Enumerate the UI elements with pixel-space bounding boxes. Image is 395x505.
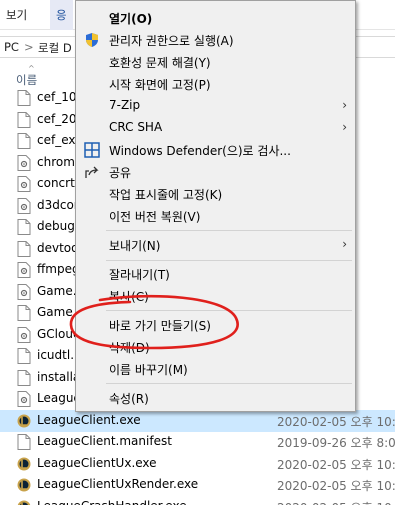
file-row[interactable]: LeagueClient.manifest 2019-09-26 오후 8:06 <box>0 431 395 453</box>
doc-icon <box>17 305 31 321</box>
address-pc[interactable]: PC <box>4 40 19 54</box>
file-name: LeagueCrashHandler.exe <box>37 499 187 505</box>
menu-item-send-to[interactable]: 보내기(N) › <box>76 234 355 256</box>
file-name: LeagueClient.exe <box>37 412 141 427</box>
menu-item-restore[interactable]: 이전 버전 복원(V) <box>76 205 355 227</box>
file-row[interactable]: LeagueClient.exe 2020-02-05 오후 10:0 <box>0 409 395 432</box>
doc-icon <box>17 240 31 257</box>
submenu-arrow-icon: › <box>342 98 347 112</box>
file-date: 2020-02-05 오후 10:0 <box>277 499 395 505</box>
dll-icon <box>17 176 31 192</box>
menu-label-7zip: 7-Zip <box>109 98 141 112</box>
menu-label-restore: 이전 버전 복원(V) <box>109 210 201 224</box>
file-name: chrom <box>37 154 75 169</box>
file-name: icudtl. <box>37 348 75 362</box>
menu-label-delete: 삭제(D) <box>109 341 150 355</box>
menu-item-create-shortcut[interactable]: 바로 가기 만들기(S) <box>76 314 355 336</box>
file-name: LeagueClient.manifest <box>37 434 172 448</box>
doc-icon <box>17 111 31 128</box>
menu-item-defender[interactable]: Windows Defender(으)로 검사... <box>76 139 355 161</box>
league-icon <box>17 413 31 429</box>
menu-separator <box>106 310 352 311</box>
menu-label-pin-taskbar: 작업 표시줄에 고정(K) <box>109 188 223 202</box>
menu-item-cut[interactable]: 잘라내기(T) <box>76 263 355 285</box>
menu-item-copy[interactable]: 복사(C) <box>76 285 355 307</box>
menu-item-pin-taskbar[interactable]: 작업 표시줄에 고정(K) <box>76 183 355 205</box>
file-name: d3dcor <box>37 197 79 212</box>
submenu-arrow-icon: › <box>342 120 347 134</box>
file-row[interactable]: LeagueClientUx.exe 2020-02-05 오후 10:0 <box>0 453 395 475</box>
file-name: LeagueClientUxRender.exe <box>37 477 199 491</box>
menu-label-share: 공유 <box>109 166 132 180</box>
doc-icon <box>17 348 31 364</box>
menu-item-rename[interactable]: 이름 바꾸기(M) <box>76 358 355 380</box>
file-name: cef_20 <box>37 111 77 126</box>
menu-label-pin-start: 시작 화면에 고정(P) <box>109 78 211 92</box>
dll-icon <box>17 197 31 214</box>
submenu-arrow-icon: › <box>342 237 347 251</box>
menu-label-defender: Windows Defender(으)로 검사... <box>109 144 291 158</box>
menu-label-copy: 복사(C) <box>109 290 149 304</box>
menu-item-delete[interactable]: 삭제(D) <box>76 336 355 358</box>
file-name: cef_ext <box>37 133 81 147</box>
file-name: cef_10 <box>37 90 77 104</box>
uac-shield-icon <box>84 32 100 48</box>
file-date: 2019-09-26 오후 8:06 <box>277 436 395 450</box>
menu-item-properties[interactable]: 속성(R) <box>76 387 355 409</box>
league-icon <box>17 499 31 505</box>
file-name: ffmpeg <box>37 262 80 276</box>
menu-item-troubleshoot[interactable]: 호환성 문제 해결(Y) <box>76 51 355 73</box>
file-name: concrt <box>37 176 75 190</box>
dll-icon <box>17 326 31 343</box>
menu-label-properties: 속성(R) <box>109 392 149 406</box>
file-row[interactable]: LeagueClientUxRender.exe 2020-02-05 오후 10… <box>0 474 395 496</box>
league-icon <box>17 477 31 493</box>
file-row[interactable]: LeagueCrashHandler.exe 2020-02-05 오후 10:0 <box>0 496 395 505</box>
menu-separator <box>106 383 352 384</box>
menu-item-run-as-admin[interactable]: 관리자 권한으로 실행(A) <box>76 29 355 51</box>
dll-icon <box>17 391 31 407</box>
menu-label-send-to: 보내기(N) <box>109 239 161 253</box>
menu-label-troubleshoot: 호환성 문제 해결(Y) <box>109 56 211 70</box>
menu-item-pin-start[interactable]: 시작 화면에 고정(P) <box>76 73 355 95</box>
menu-label-run-as-admin: 관리자 권한으로 실행(A) <box>109 34 234 48</box>
file-name: debug. <box>37 219 79 233</box>
menu-label-rename: 이름 바꾸기(M) <box>109 363 188 377</box>
doc-icon <box>17 219 31 235</box>
dll-icon <box>17 283 31 300</box>
column-header-name[interactable]: 이름 <box>16 72 37 88</box>
dll-icon <box>17 262 31 278</box>
file-name: installa <box>37 369 81 384</box>
file-date: 2020-02-05 오후 10:0 <box>277 414 395 429</box>
menu-separator <box>106 230 352 231</box>
ribbon-tab-manage[interactable]: 응 <box>50 0 73 30</box>
menu-separator <box>106 260 352 261</box>
league-icon <box>17 456 31 472</box>
address-separator: > <box>24 40 34 54</box>
file-name: LeagueClientUx.exe <box>37 455 157 470</box>
doc-icon <box>17 434 31 450</box>
dll-icon <box>17 154 31 171</box>
doc-icon <box>17 90 31 106</box>
address-path[interactable]: 로컬 D <box>38 40 72 56</box>
ribbon-tab-view[interactable]: 보기 <box>6 7 27 23</box>
file-date: 2020-02-05 오후 10:0 <box>277 457 395 472</box>
menu-item-open[interactable]: 열기(O) <box>76 7 355 29</box>
file-date: 2020-02-05 오후 10:0 <box>277 479 395 493</box>
defender-icon <box>84 142 100 158</box>
menu-item-crc-sha[interactable]: CRC SHA › <box>76 117 355 139</box>
file-name: GClouc <box>37 326 80 341</box>
menu-item-7zip[interactable]: 7-Zip › <box>76 95 355 117</box>
menu-label-create-shortcut: 바로 가기 만들기(S) <box>109 319 211 333</box>
doc-icon <box>17 369 31 386</box>
file-name: devtoo <box>37 240 79 255</box>
menu-label-crc-sha: CRC SHA <box>109 120 163 134</box>
share-icon <box>84 164 100 180</box>
menu-item-share[interactable]: 공유 <box>76 161 355 183</box>
doc-icon <box>17 133 31 149</box>
menu-label-open: 열기(O) <box>109 12 153 26</box>
context-menu: 열기(O) 관리자 권한으로 실행(A) 호환성 문제 해결(Y) 시작 화면에… <box>75 0 356 412</box>
menu-label-cut: 잘라내기(T) <box>109 268 170 282</box>
